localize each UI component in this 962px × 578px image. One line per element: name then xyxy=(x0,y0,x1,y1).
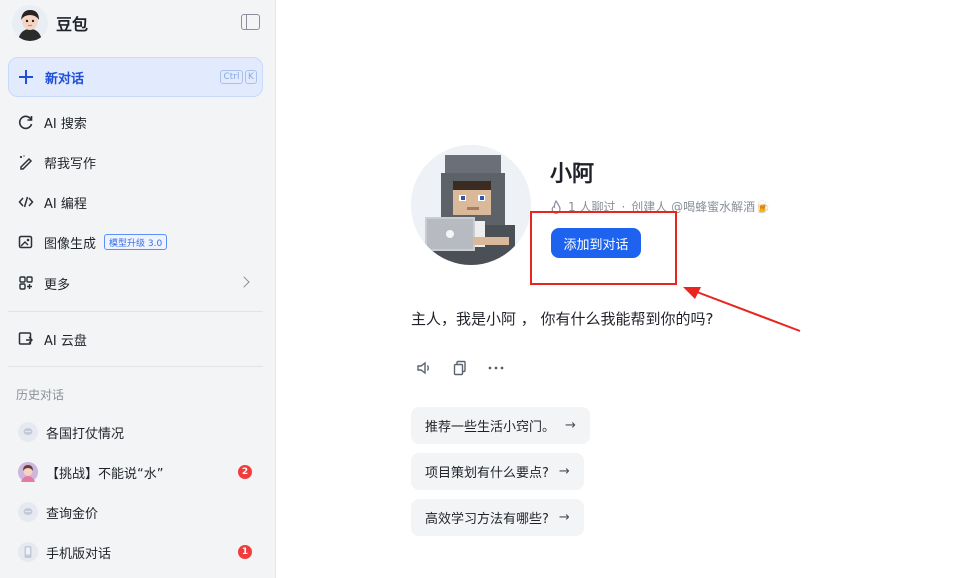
unread-badge: 2 xyxy=(238,465,252,479)
sidebar-item-ai-search[interactable]: AI 搜索 xyxy=(8,104,263,140)
arrow-right-icon: → xyxy=(565,418,576,433)
history-item[interactable]: 各国打仗情况 xyxy=(8,414,263,450)
main-panel: 小阿 1 人聊过 · 创建人 @喝蜂蜜水解酒🍺 添加到对话 主人，我是小阿 ， … xyxy=(277,0,962,578)
sidebar-item-label: AI 云盘 xyxy=(44,333,87,349)
more-icon[interactable] xyxy=(487,360,505,376)
history-item[interactable]: 【挑战】不能说“水” 2 xyxy=(8,454,263,490)
shortcut-key: K xyxy=(245,70,257,84)
bot-avatar xyxy=(411,145,531,265)
sidebar-item-label: AI 搜索 xyxy=(44,116,87,132)
sidebar-item-label: 更多 xyxy=(44,277,71,293)
app-window: 豆包 新对话 Ctrl K AI 搜索 帮我写作 AI 编程 图像生成 模型升级… xyxy=(0,0,962,578)
history-item[interactable]: 查询金价 xyxy=(8,494,263,530)
arrow-right-icon: → xyxy=(558,464,570,479)
brand-name: 豆包 xyxy=(56,15,89,34)
chat-bubble-icon xyxy=(18,502,38,522)
search-refresh-icon xyxy=(18,114,34,130)
plus-icon xyxy=(19,70,33,84)
code-icon xyxy=(18,194,34,210)
sidebar-item-cloud[interactable]: AI 云盘 xyxy=(8,321,263,357)
grid-icon xyxy=(18,275,34,291)
new-chat-label: 新对话 xyxy=(45,71,85,87)
chat-bubble-icon xyxy=(18,422,38,442)
divider xyxy=(8,366,263,367)
sidebar-item-coding[interactable]: AI 编程 xyxy=(8,184,263,220)
pen-icon xyxy=(18,154,34,170)
suggestion-chip[interactable]: 高效学习方法有哪些? → xyxy=(411,499,584,536)
chevron-right-icon xyxy=(238,276,250,288)
sidebar-item-label: 图像生成 xyxy=(44,236,97,252)
image-icon xyxy=(18,234,34,250)
upgrade-badge: 模型升级 3.0 xyxy=(104,234,168,250)
sidebar-item-label: 帮我写作 xyxy=(44,156,97,172)
bot-name: 小阿 xyxy=(550,162,595,187)
annotation-arrow xyxy=(683,287,801,332)
arrow-right-icon: → xyxy=(558,510,570,525)
copy-icon[interactable] xyxy=(451,360,469,376)
brand-avatar xyxy=(12,5,48,41)
brand[interactable]: 豆包 xyxy=(12,4,88,42)
cloud-drive-icon xyxy=(18,331,34,347)
history-item-label: 各国打仗情况 xyxy=(46,426,125,442)
sidebar-item-image-gen[interactable]: 图像生成 模型升级 3.0 xyxy=(8,224,263,260)
new-chat-button[interactable]: 新对话 Ctrl K xyxy=(8,57,263,97)
suggestion-label: 高效学习方法有哪些? xyxy=(425,512,549,527)
shortcut-ctrl: Ctrl xyxy=(220,70,243,84)
suggestion-chip[interactable]: 推荐一些生活小窍门。 → xyxy=(411,407,590,444)
sidebar-item-label: AI 编程 xyxy=(44,196,87,212)
divider xyxy=(8,311,263,312)
suggestion-label: 推荐一些生活小窍门。 xyxy=(425,420,556,435)
sidebar-item-writing[interactable]: 帮我写作 xyxy=(8,144,263,180)
avatar-icon xyxy=(18,462,38,482)
sidebar-collapse-icon[interactable] xyxy=(241,14,260,30)
bot-greeting: 主人，我是小阿 ， 你有什么我能帮到你的吗? xyxy=(411,310,714,328)
suggestion-label: 项目策划有什么要点? xyxy=(425,466,549,481)
history-item-label: 查询金价 xyxy=(46,506,99,522)
phone-icon xyxy=(18,542,38,562)
speaker-icon[interactable] xyxy=(415,360,433,376)
message-actions xyxy=(415,360,523,376)
unread-badge: 1 xyxy=(238,545,252,559)
history-item-label: 手机版对话 xyxy=(46,546,112,562)
history-section-title: 历史对话 xyxy=(16,388,65,402)
history-item-label: 【挑战】不能说“水” xyxy=(46,466,164,482)
sidebar: 豆包 新对话 Ctrl K AI 搜索 帮我写作 AI 编程 图像生成 模型升级… xyxy=(0,0,276,578)
history-item[interactable]: 手机版对话 1 xyxy=(8,534,263,570)
suggestion-chip[interactable]: 项目策划有什么要点? → xyxy=(411,453,584,490)
sidebar-item-more[interactable]: 更多 xyxy=(8,265,263,301)
annotation-highlight-box xyxy=(530,211,677,285)
